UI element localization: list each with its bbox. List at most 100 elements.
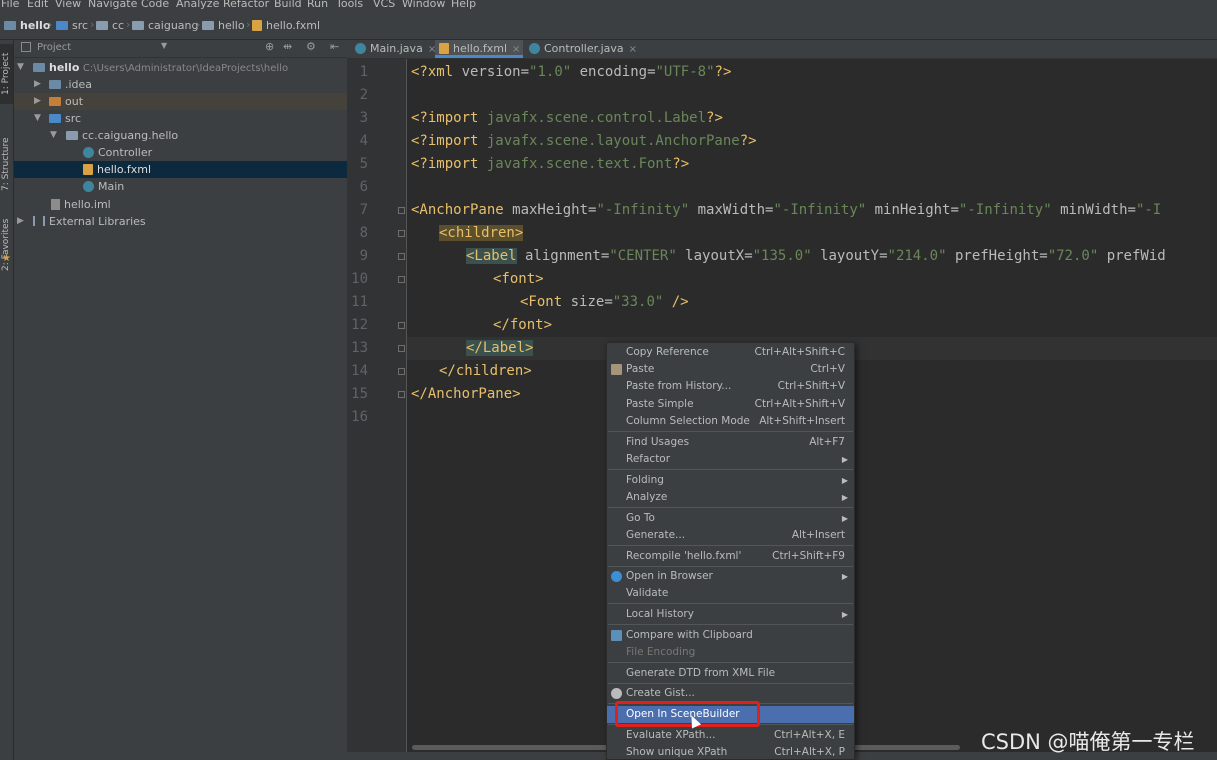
menu-refactor[interactable]: Refactor	[223, 0, 269, 10]
tab-main-java[interactable]: Main.java ×	[353, 40, 436, 58]
menu-item-open-in-browser[interactable]: Open in Browser ▶	[607, 568, 854, 585]
menu-item-generate-dtd[interactable]: Generate DTD from XML File	[607, 665, 854, 682]
breadcrumb-cc[interactable]: cc	[96, 19, 124, 32]
line-number: 1	[359, 64, 368, 80]
menu-analyze[interactable]: Analyze	[176, 0, 219, 10]
class-icon	[83, 147, 94, 158]
tree-item-out[interactable]: ▶ out	[14, 93, 347, 110]
package-icon	[132, 21, 144, 30]
menu-item-show-unique-xpath[interactable]: Show unique XPath Ctrl+Alt+X, P	[607, 744, 854, 759]
chevron-down-icon[interactable]: ▼	[161, 41, 167, 50]
menu-item-paste-simple[interactable]: Paste Simple Ctrl+Alt+Shift+V	[607, 396, 854, 413]
submenu-arrow-icon: ▶	[841, 476, 848, 485]
fold-marker-icon[interactable]	[398, 253, 405, 260]
tool-window-structure[interactable]: 7: Structure	[0, 118, 13, 210]
fold-marker-icon[interactable]	[398, 391, 405, 398]
chevron-right-icon: ›	[196, 18, 201, 31]
menu-item-validate[interactable]: Validate	[607, 585, 854, 602]
tree-item-src[interactable]: ▼ src	[14, 110, 347, 127]
collapsed-arrow-icon[interactable]: ▶	[34, 93, 41, 110]
menu-item-generate[interactable]: Generate... Alt+Insert	[607, 527, 854, 544]
chevron-right-icon: ›	[48, 18, 53, 31]
fxml-file-icon	[252, 20, 262, 31]
line-number: 13	[351, 340, 368, 356]
tree-item-idea[interactable]: ▶ .idea	[14, 76, 347, 93]
menu-item-create-gist[interactable]: Create Gist...	[607, 685, 854, 702]
menu-item-evaluate-xpath[interactable]: Evaluate XPath... Ctrl+Alt+X, E	[607, 727, 854, 744]
code-line-1: <?xml version="1.0" encoding="UTF-8"?>	[411, 64, 732, 80]
menu-file[interactable]: File	[1, 0, 19, 10]
tree-item-external-libraries[interactable]: ▶ External Libraries	[14, 213, 347, 230]
tool-window-project[interactable]: 1: Project	[0, 44, 13, 104]
menu-item-copy-reference[interactable]: Copy Reference Ctrl+Alt+Shift+C	[607, 344, 854, 361]
gear-icon[interactable]: ⚙	[306, 40, 316, 53]
menu-item-column-selection-mode[interactable]: Column Selection Mode Alt+Shift+Insert	[607, 413, 854, 430]
menu-help[interactable]: Help	[451, 0, 476, 10]
tab-controller-java[interactable]: Controller.java ×	[527, 40, 637, 58]
fold-marker-icon[interactable]	[398, 322, 405, 329]
expand-arrow-icon[interactable]: ▼	[50, 127, 57, 144]
breadcrumb-hello-project[interactable]: hello	[4, 19, 50, 32]
menu-separator	[608, 545, 853, 546]
project-panel: Project ▼ ⊕ ⇹ ⚙ ⇤ ▼ hello C:\Users\Admin…	[14, 40, 348, 760]
tree-item-hello-project[interactable]: ▼ hello C:\Users\Administrator\IdeaProje…	[14, 59, 347, 76]
menu-item-local-history[interactable]: Local History ▶	[607, 606, 854, 623]
folder-icon	[56, 21, 68, 30]
highlight-annotation-box	[615, 701, 760, 727]
tool-window-favorites[interactable]: 2: Favorites	[0, 200, 13, 290]
package-icon	[202, 21, 214, 30]
tree-item-package[interactable]: ▼ cc.caiguang.hello	[14, 127, 347, 144]
tree-item-controller[interactable]: Controller	[14, 144, 347, 161]
tree-item-main[interactable]: Main	[14, 178, 347, 195]
menu-window[interactable]: Window	[402, 0, 445, 10]
tree-item-hello-fxml[interactable]: hello.fxml	[14, 161, 347, 178]
breadcrumb-hello-fxml[interactable]: hello.fxml	[252, 19, 320, 32]
menu-navigate[interactable]: Navigate	[88, 0, 137, 10]
breadcrumb-hello-package[interactable]: hello	[202, 19, 245, 32]
fold-marker-icon[interactable]	[398, 230, 405, 237]
editor-gutter[interactable]: 1 2 3 4 5 6 7 8 9 10 11 12 13 14 15 16	[347, 59, 407, 760]
collapsed-arrow-icon[interactable]: ▶	[17, 213, 24, 230]
menu-item-recompile[interactable]: Recompile 'hello.fxml' Ctrl+Shift+F9	[607, 548, 854, 565]
locate-icon[interactable]: ⊕	[265, 40, 274, 53]
menu-item-paste-from-history[interactable]: Paste from History... Ctrl+Shift+V	[607, 378, 854, 395]
menu-build[interactable]: Build	[274, 0, 302, 10]
menu-separator	[608, 603, 853, 604]
menu-tools[interactable]: Tools	[336, 0, 363, 10]
expand-arrow-icon[interactable]: ▼	[34, 110, 41, 127]
tree-item-hello-iml[interactable]: hello.iml	[14, 196, 347, 213]
menu-item-analyze[interactable]: Analyze ▶	[607, 489, 854, 506]
menu-run[interactable]: Run	[307, 0, 328, 10]
fold-marker-icon[interactable]	[398, 368, 405, 375]
project-view-selector[interactable]: Project	[37, 42, 71, 53]
menu-view[interactable]: View	[55, 0, 81, 10]
submenu-arrow-icon: ▶	[841, 493, 848, 502]
menu-item-compare-with-clipboard[interactable]: Compare with Clipboard	[607, 627, 854, 644]
project-view-icon	[21, 42, 31, 52]
menu-vcs[interactable]: VCS	[373, 0, 395, 10]
hide-panel-icon[interactable]: ⇤	[330, 40, 339, 53]
menu-code[interactable]: Code	[141, 0, 169, 10]
menu-item-file-encoding: File Encoding	[626, 646, 696, 658]
close-icon[interactable]: ×	[512, 44, 520, 55]
fold-marker-icon[interactable]	[398, 276, 405, 283]
close-icon[interactable]: ×	[629, 44, 637, 55]
breadcrumb: hello › src › cc › caiguang › hello › he…	[0, 10, 1217, 40]
tab-hello-fxml[interactable]: hello.fxml ×	[435, 40, 523, 58]
line-number: 14	[351, 363, 368, 379]
collapse-all-icon[interactable]: ⇹	[283, 40, 292, 53]
menu-item-find-usages[interactable]: Find Usages Alt+F7	[607, 434, 854, 451]
fold-marker-icon[interactable]	[398, 207, 405, 214]
menu-item-refactor[interactable]: Refactor ▶	[607, 451, 854, 468]
menu-item-folding[interactable]: Folding ▶	[607, 472, 854, 489]
collapsed-arrow-icon[interactable]: ▶	[34, 76, 41, 93]
breadcrumb-caiguang[interactable]: caiguang	[132, 19, 199, 32]
expand-arrow-icon[interactable]: ▼	[17, 59, 24, 76]
menu-edit[interactable]: Edit	[27, 0, 48, 10]
menu-item-go-to[interactable]: Go To ▶	[607, 510, 854, 527]
menu-separator	[608, 469, 853, 470]
fold-marker-icon[interactable]	[398, 345, 405, 352]
menu-item-paste[interactable]: Paste Ctrl+V	[607, 361, 854, 378]
source-folder-icon	[49, 114, 61, 123]
breadcrumb-src[interactable]: src	[56, 19, 88, 32]
